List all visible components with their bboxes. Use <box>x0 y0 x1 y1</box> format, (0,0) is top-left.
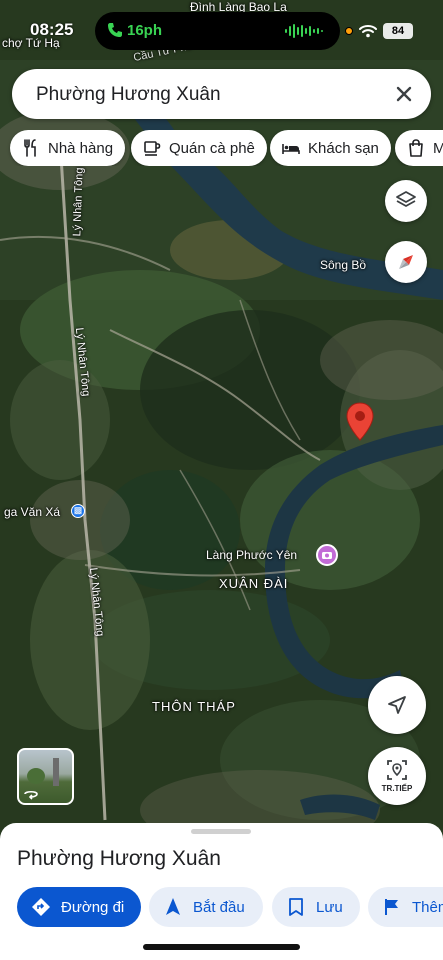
map-label-road-top[interactable]: Lý Nhân Tông <box>71 167 85 236</box>
compass-button[interactable] <box>385 241 427 283</box>
directions-icon <box>32 898 50 916</box>
train-station-icon[interactable]: ▩ <box>71 504 85 518</box>
fork-knife-icon <box>24 139 36 157</box>
wifi-icon <box>359 25 377 38</box>
chip-label: Quán cà phê <box>169 139 255 157</box>
chip-cafes[interactable]: Quán cà phê <box>131 130 267 166</box>
map-label-hamlet[interactable]: THÔN THÁP <box>152 699 236 714</box>
privacy-indicator-icon <box>345 27 353 35</box>
start-navigation-button[interactable]: Bắt đầu <box>149 887 263 927</box>
camera-icon <box>322 552 332 559</box>
bed-icon <box>282 144 300 154</box>
call-duration: 16ph <box>127 22 163 39</box>
navigation-arrow-icon <box>388 696 406 714</box>
landmark-poi-icon[interactable] <box>316 544 338 566</box>
live-view-button[interactable]: TR.TIẾP <box>368 747 426 805</box>
my-location-button[interactable] <box>368 676 426 734</box>
maps-screen: Đình Làng Bao La chợ Tứ Hạ Cầu Tứ Phú Sô… <box>0 0 443 960</box>
map-label-district[interactable]: XUÂN ĐÀI <box>219 576 288 591</box>
layers-icon <box>396 191 416 207</box>
directions-button[interactable]: Đường đi <box>17 887 141 927</box>
status-indicators: 84 <box>345 22 413 40</box>
map-label-station[interactable]: ga Văn Xá <box>4 505 60 519</box>
home-indicator[interactable] <box>143 944 300 950</box>
category-chips: Nhà hàng Quán cà phê Khách sạn Mua sắm <box>0 130 443 166</box>
compass-icon <box>399 255 413 269</box>
search-bar[interactable]: Phường Hương Xuân <box>12 69 431 119</box>
chip-label: Mua sắm <box>433 139 443 157</box>
phone-icon <box>107 22 125 40</box>
live-view-label: TR.TIẾP <box>381 784 413 793</box>
map-label-village[interactable]: Làng Phước Yên <box>206 548 297 562</box>
coffee-cup-icon <box>144 141 161 156</box>
map-label-river[interactable]: Sông Bồ <box>320 258 366 272</box>
live-view-icon <box>387 760 407 780</box>
street-view-rotate-icon <box>24 790 38 800</box>
more-button[interactable]: Thêm <box>368 887 443 927</box>
navigation-icon <box>166 898 180 915</box>
location-pin-icon[interactable] <box>345 402 375 442</box>
status-time: 08:25 <box>30 20 74 39</box>
shopping-bag-icon <box>409 139 423 157</box>
street-view-tree <box>27 768 45 784</box>
close-icon[interactable] <box>391 81 417 107</box>
place-bottom-sheet[interactable]: Phường Hương Xuân Đường đi Bắt đầu Lưu T… <box>0 823 443 960</box>
chip-label: Khách sạn <box>308 139 379 157</box>
start-label: Bắt đầu <box>193 898 245 916</box>
street-view-pillar <box>53 758 59 786</box>
save-label: Lưu <box>316 898 343 916</box>
save-button[interactable]: Lưu <box>272 887 360 927</box>
chip-hotels[interactable]: Khách sạn <box>270 130 391 166</box>
chip-restaurants[interactable]: Nhà hàng <box>10 130 126 166</box>
chip-label: Nhà hàng <box>48 139 114 157</box>
street-view-thumbnail[interactable] <box>17 748 74 805</box>
dynamic-island[interactable]: 16ph <box>95 12 340 50</box>
place-title: Phường Hương Xuân <box>17 847 221 870</box>
search-query[interactable]: Phường Hương Xuân <box>36 84 221 106</box>
flag-icon <box>385 899 398 915</box>
directions-label: Đường đi <box>61 898 125 916</box>
bookmark-icon <box>289 898 303 916</box>
chip-shopping[interactable]: Mua sắm <box>395 130 443 166</box>
battery-level: 84 <box>383 23 413 39</box>
more-label: Thêm <box>412 898 443 916</box>
sheet-drag-handle[interactable] <box>191 829 251 834</box>
layers-button[interactable] <box>385 180 427 222</box>
audio-waveform-icon <box>285 24 323 38</box>
status-bar: 08:25 16ph 84 <box>0 0 443 62</box>
